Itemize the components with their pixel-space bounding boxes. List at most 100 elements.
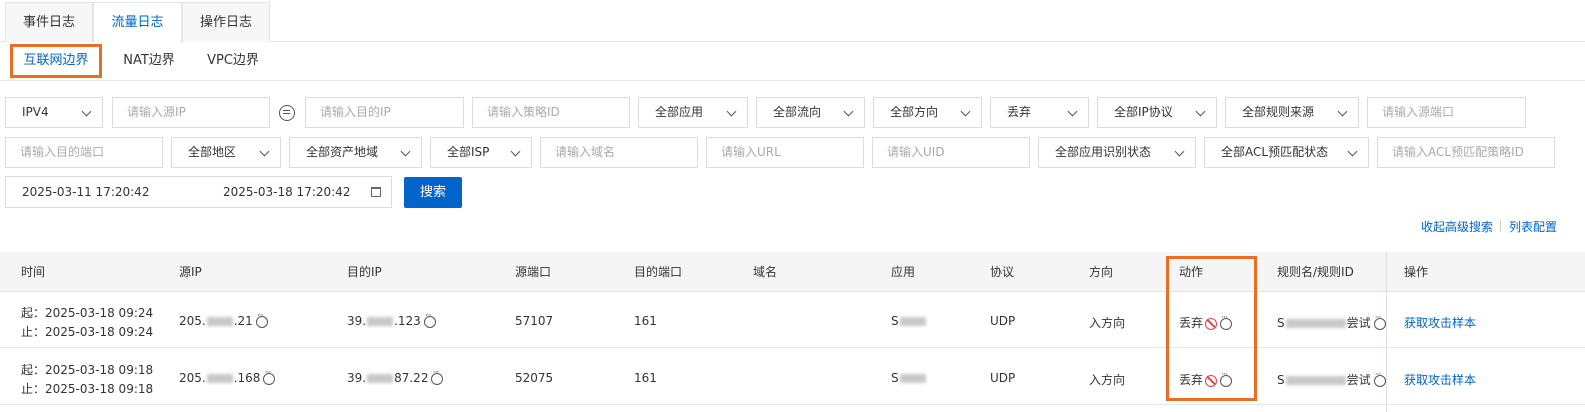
masked-text bbox=[1285, 376, 1346, 385]
tab-traffic-log[interactable]: 流量日志 bbox=[93, 2, 182, 43]
collapse-advanced-search-link[interactable]: 收起高级搜索 bbox=[1421, 218, 1493, 235]
rule-suffix: 尝试 bbox=[1346, 373, 1371, 387]
chevron-down-icon bbox=[1337, 106, 1348, 117]
get-attack-sample-link[interactable]: 获取攻击样本 bbox=[1404, 314, 1476, 331]
dst-ip-suffix: 87.22 bbox=[394, 371, 429, 385]
domain-input[interactable]: 请输入域名 bbox=[540, 137, 698, 168]
link-divider bbox=[1500, 220, 1501, 232]
app-select-value: 全部应用 bbox=[655, 105, 704, 119]
subtab-internet-border[interactable]: 互联网边界 bbox=[10, 44, 102, 78]
rule-source-value: 全部规则来源 bbox=[1242, 105, 1315, 119]
row-action: 丢弃 bbox=[1179, 369, 1233, 388]
src-ip-suffix: .21 bbox=[233, 314, 253, 328]
app-prefix: S bbox=[891, 371, 899, 385]
uid-input[interactable]: 请输入UID bbox=[872, 137, 1030, 168]
row-rule: S 尝试 bbox=[1277, 369, 1386, 388]
flow-select-value: 全部流向 bbox=[773, 105, 822, 119]
src-port-input[interactable]: 请输入源端口 bbox=[1367, 97, 1526, 128]
ip-version-value: IPV4 bbox=[22, 105, 49, 119]
chevron-down-icon bbox=[1174, 146, 1185, 157]
date-range-picker[interactable]: 2025-03-11 17:20:42 2025-03-18 17:20:42 bbox=[5, 176, 392, 208]
ip-version-select[interactable]: IPV4 bbox=[5, 97, 103, 128]
chevron-down-icon bbox=[400, 146, 411, 157]
flow-select[interactable]: 全部流向 bbox=[756, 97, 865, 128]
masked-text bbox=[367, 317, 394, 326]
th-operation: 操作 bbox=[1404, 265, 1429, 279]
region-select[interactable]: 全部地区 bbox=[171, 137, 281, 168]
more-icon[interactable] bbox=[423, 310, 436, 328]
ip-protocol-value: 全部IP协议 bbox=[1114, 105, 1173, 119]
more-icon[interactable] bbox=[1220, 312, 1233, 330]
log-tabs: 事件日志 流量日志 操作日志 bbox=[0, 0, 1585, 43]
src-ip-suffix: .168 bbox=[233, 371, 261, 385]
chevron-down-icon bbox=[960, 106, 971, 117]
src-ip-prefix: 205. bbox=[179, 371, 206, 385]
masked-text bbox=[1285, 319, 1346, 328]
row-dst-port: 161 bbox=[634, 371, 657, 385]
chevron-down-icon bbox=[1195, 106, 1206, 117]
row-protocol: UDP bbox=[990, 371, 1016, 385]
direction-select-value: 全部方向 bbox=[890, 105, 939, 119]
more-icon[interactable] bbox=[1220, 369, 1233, 387]
policy-id-input[interactable]: 请输入策略ID bbox=[472, 97, 630, 128]
date-end[interactable]: 2025-03-18 17:20:42 bbox=[223, 177, 350, 207]
app-identify-status-select[interactable]: 全部应用识别状态 bbox=[1038, 137, 1196, 168]
th-domain: 域名 bbox=[753, 265, 778, 279]
app-select[interactable]: 全部应用 bbox=[638, 97, 748, 128]
dst-ip-prefix: 39. bbox=[347, 371, 367, 385]
operation-column-divider bbox=[1386, 252, 1387, 412]
chevron-down-icon bbox=[1067, 106, 1078, 117]
date-start[interactable]: 2025-03-11 17:20:42 bbox=[22, 177, 149, 207]
subtab-nat-border[interactable]: NAT边界 bbox=[114, 44, 184, 78]
rule-source-select[interactable]: 全部规则来源 bbox=[1225, 97, 1359, 128]
more-icon[interactable] bbox=[1373, 369, 1386, 387]
search-button[interactable]: 搜索 bbox=[404, 177, 462, 208]
column-config-link[interactable]: 列表配置 bbox=[1509, 218, 1557, 235]
tab-operation-log[interactable]: 操作日志 bbox=[182, 2, 270, 42]
swap-icon[interactable] bbox=[279, 105, 295, 121]
th-action: 动作 bbox=[1179, 265, 1204, 279]
isp-select[interactable]: 全部ISP bbox=[430, 137, 532, 168]
more-icon[interactable] bbox=[1373, 312, 1386, 330]
more-icon[interactable] bbox=[255, 310, 268, 328]
more-icon[interactable] bbox=[431, 367, 444, 385]
ip-protocol-select[interactable]: 全部IP协议 bbox=[1097, 97, 1217, 128]
action-select[interactable]: 丢弃 bbox=[990, 97, 1089, 128]
th-dst-ip: 目的IP bbox=[347, 265, 382, 279]
row-start-time: 起：2025-03-18 09:18 bbox=[21, 363, 154, 377]
table-row: 起：2025-03-18 09:24 止：2025-03-18 09:24 20… bbox=[0, 292, 1585, 348]
dst-ip-input[interactable]: 请输入目的IP bbox=[305, 97, 464, 128]
more-icon[interactable] bbox=[263, 367, 276, 385]
th-direction: 方向 bbox=[1089, 265, 1114, 279]
acl-prematch-status-select[interactable]: 全部ACL预匹配状态 bbox=[1204, 137, 1369, 168]
acl-prematch-status-value: 全部ACL预匹配状态 bbox=[1221, 145, 1329, 159]
masked-text bbox=[899, 374, 926, 383]
subtab-vpc-border[interactable]: VPC边界 bbox=[198, 44, 268, 78]
app-identify-status-value: 全部应用识别状态 bbox=[1055, 145, 1152, 159]
masked-text bbox=[899, 317, 926, 326]
asset-region-select[interactable]: 全部资产地域 bbox=[289, 137, 422, 168]
row-src-ip: 205. .21 bbox=[179, 310, 268, 328]
row-dst-ip: 39. 87.22 bbox=[347, 367, 444, 385]
row-start-time: 起：2025-03-18 09:24 bbox=[21, 306, 154, 320]
rule-prefix: S bbox=[1277, 316, 1285, 330]
row-action: 丢弃 bbox=[1179, 312, 1233, 331]
url-input[interactable]: 请输入URL bbox=[706, 137, 864, 168]
th-rule: 规则名/规则ID bbox=[1277, 265, 1354, 279]
calendar-icon[interactable] bbox=[371, 187, 381, 197]
row-end-time: 止：2025-03-18 09:24 bbox=[21, 325, 154, 339]
row-dst-port: 161 bbox=[634, 314, 657, 328]
row-src-port: 52075 bbox=[515, 371, 554, 385]
get-attack-sample-link[interactable]: 获取攻击样本 bbox=[1404, 371, 1476, 388]
masked-text bbox=[206, 374, 233, 383]
acl-prematch-policy-input[interactable]: 请输入ACL预匹配策略ID bbox=[1377, 137, 1555, 168]
row-src-ip: 205. .168 bbox=[179, 367, 276, 385]
region-value: 全部地区 bbox=[188, 145, 237, 159]
src-ip-input[interactable]: 请输入源IP bbox=[112, 97, 270, 128]
tab-event-log[interactable]: 事件日志 bbox=[5, 2, 93, 42]
dst-ip-prefix: 39. bbox=[347, 314, 367, 328]
dst-port-input[interactable]: 请输入目的端口 bbox=[5, 137, 163, 168]
direction-select[interactable]: 全部方向 bbox=[873, 97, 982, 128]
row-direction: 入方向 bbox=[1089, 373, 1126, 387]
asset-region-value: 全部资产地域 bbox=[306, 145, 379, 159]
